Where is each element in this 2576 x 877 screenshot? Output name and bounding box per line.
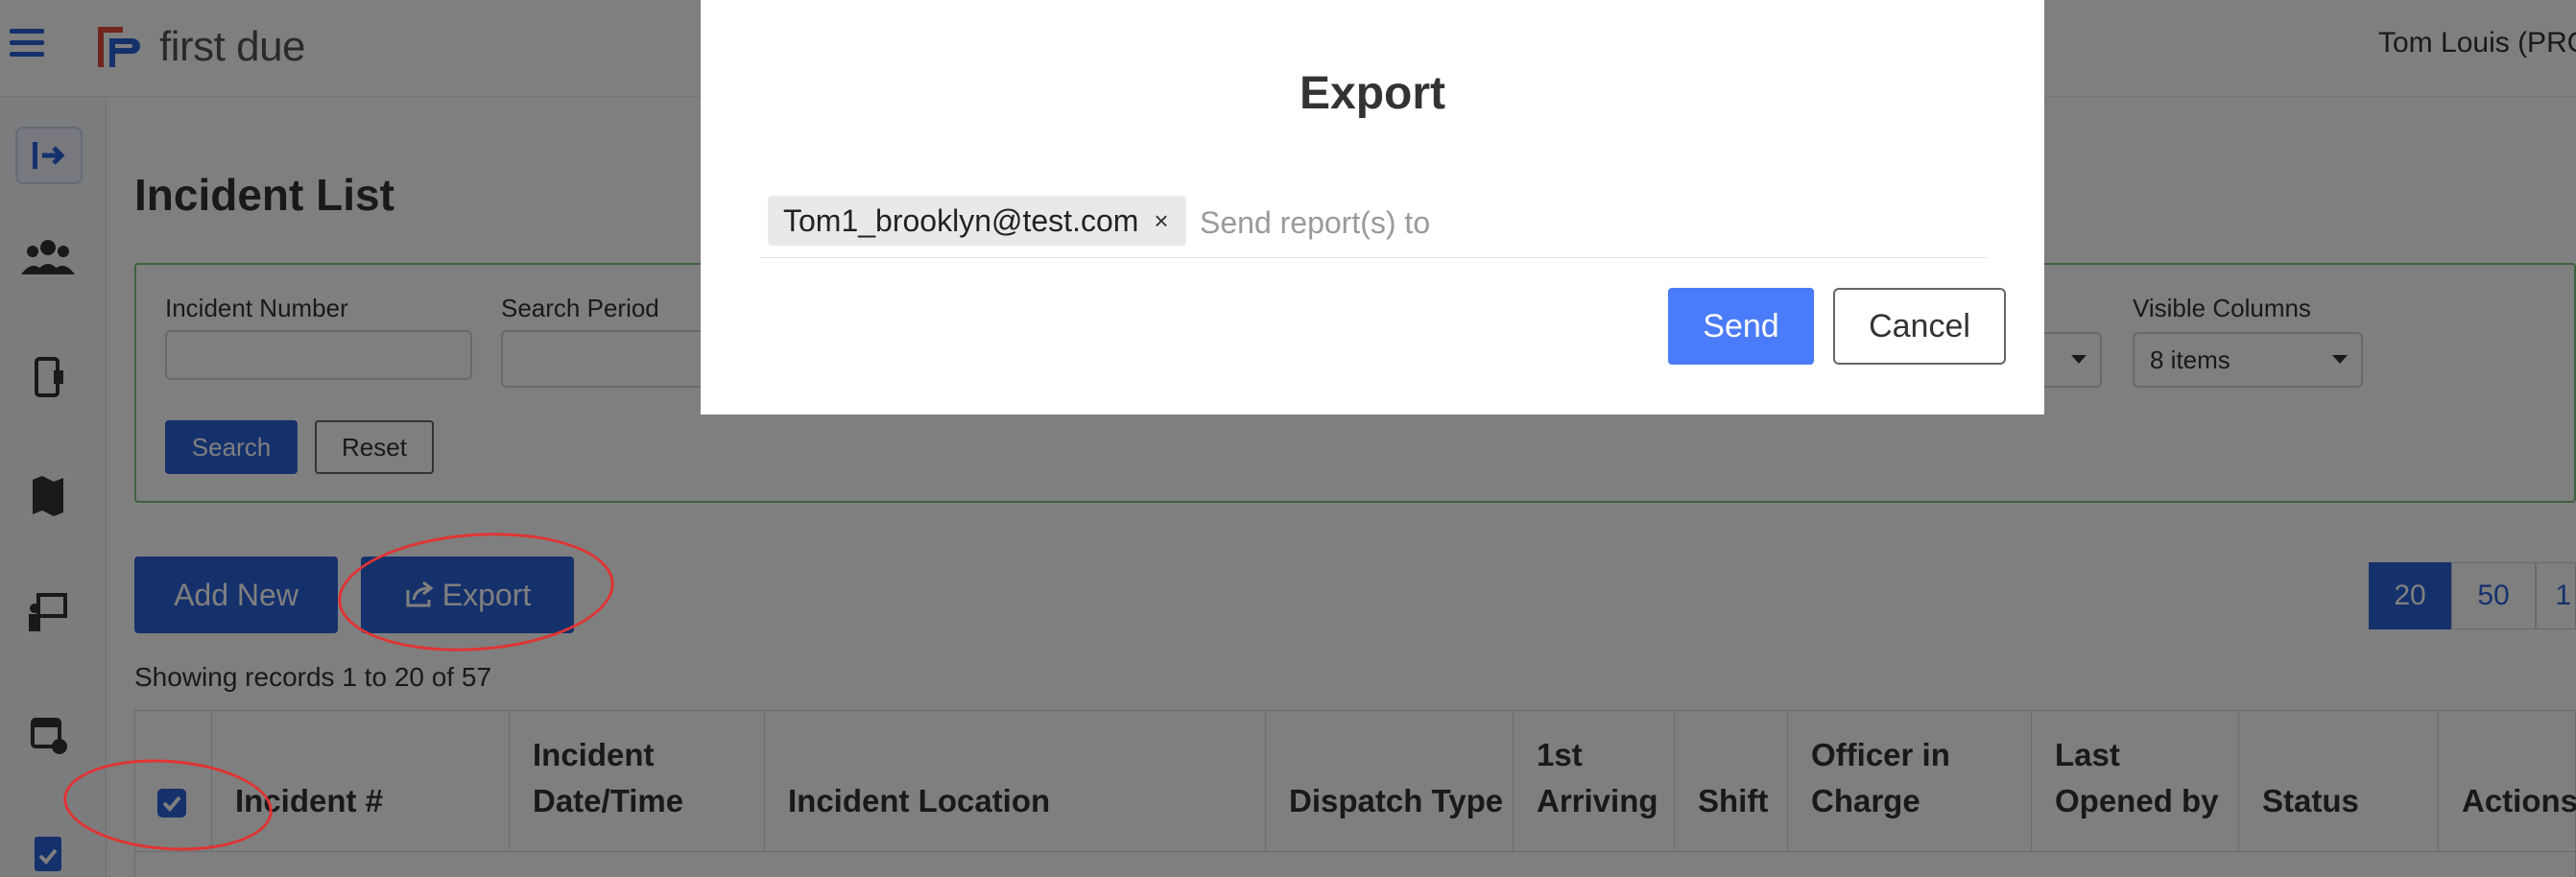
modal-title: Export bbox=[1299, 68, 1445, 119]
recipients-field[interactable]: Tom1_brooklyn@test.com × bbox=[760, 188, 1987, 258]
send-button[interactable]: Send bbox=[1668, 288, 1814, 365]
cancel-button[interactable]: Cancel bbox=[1833, 288, 2006, 365]
recipient-email: Tom1_brooklyn@test.com bbox=[783, 202, 1139, 238]
recipient-tag: Tom1_brooklyn@test.com × bbox=[768, 196, 1186, 246]
remove-recipient-icon[interactable]: × bbox=[1154, 206, 1168, 236]
export-modal: Export Tom1_brooklyn@test.com × Send Can… bbox=[701, 0, 2044, 415]
recipient-input[interactable] bbox=[1198, 198, 1969, 248]
